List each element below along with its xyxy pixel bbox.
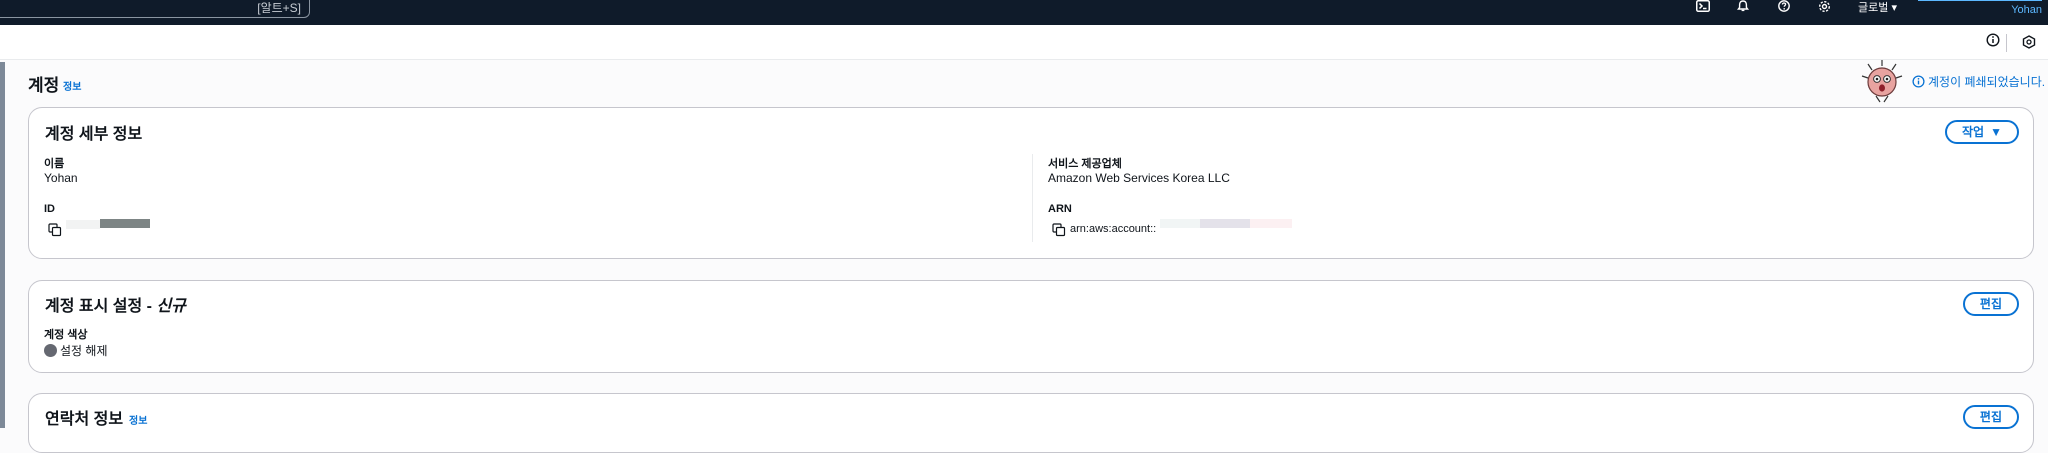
- name-value: Yohan: [44, 171, 78, 185]
- caret-down-icon: ▾: [1891, 2, 1897, 14]
- redacted-id-part: [66, 220, 100, 229]
- actions-button[interactable]: 작업 ▼: [1945, 120, 2019, 144]
- panel-title-text: 계정 표시 설정 -: [45, 298, 157, 315]
- edit-button[interactable]: 편집: [1962, 292, 2019, 316]
- account-color-value: 설정 해제: [44, 342, 108, 359]
- redacted-id: [100, 219, 150, 228]
- provider-label: 서비스 제공업체: [1048, 158, 1122, 170]
- panel-title: 계정 표시 설정 - 신규: [45, 292, 186, 316]
- copy-icon[interactable]: [48, 223, 62, 237]
- cloudshell-icon[interactable]: [1688, 0, 1718, 14]
- new-tag: 신규: [156, 298, 186, 315]
- utility-bar: [0, 25, 2048, 60]
- account-color-text: 설정 해제: [60, 344, 108, 358]
- edit-button-label: 편집: [1979, 410, 2002, 424]
- contact-info-panel: 연락처 정보 정보 편집: [28, 393, 2034, 453]
- provider-value: Amazon Web Services Korea LLC: [1048, 171, 1230, 185]
- search-shortcut-hint: [알트+S]: [257, 1, 301, 15]
- region-label: 글로벌: [1858, 2, 1889, 14]
- panel-title: 계정 세부 정보: [45, 126, 143, 143]
- copy-icon[interactable]: [1052, 223, 1066, 237]
- settings-panel-icon[interactable]: [2022, 35, 2040, 53]
- account-closed-text: 계정이 폐쇄되었습니다.: [1928, 75, 2046, 89]
- info-circle-icon: [1912, 75, 1925, 88]
- gear-icon[interactable]: [1809, 0, 1839, 14]
- top-navigation-bar: [알트+S] 글로벌 ▾ Yohan: [0, 0, 2048, 25]
- page-title-text: 계정: [28, 76, 60, 95]
- page-info-link[interactable]: 정보: [63, 78, 81, 93]
- id-label: ID: [44, 203, 55, 215]
- account-color-label: 계정 색상: [44, 329, 88, 341]
- redacted-arn-part: [1250, 219, 1292, 228]
- info-circle-icon[interactable]: [1986, 33, 2004, 51]
- utility-divider: [2006, 34, 2007, 52]
- arn-label: ARN: [1048, 203, 1072, 215]
- redacted-arn-part: [1160, 219, 1200, 228]
- mascot-illustration: [1861, 60, 1903, 103]
- caret-down-icon: ▼: [1990, 125, 2002, 139]
- actions-button-label: 작업: [1962, 125, 1985, 139]
- name-label: 이름: [44, 158, 65, 170]
- search-input[interactable]: [알트+S]: [0, 0, 310, 18]
- contact-info-link[interactable]: 정보: [129, 412, 147, 427]
- side-nav-scrollbar[interactable]: [0, 62, 5, 428]
- region-selector[interactable]: 글로벌 ▾: [1858, 0, 1897, 15]
- column-divider: [1032, 154, 1033, 242]
- color-swatch: [44, 344, 57, 357]
- edit-button[interactable]: 편집: [1962, 405, 2019, 429]
- user-menu[interactable]: Yohan: [2011, 4, 2042, 16]
- bell-icon[interactable]: [1728, 0, 1758, 14]
- display-settings-panel: 계정 표시 설정 - 신규 편집: [28, 280, 2034, 373]
- arn-value: arn:aws:account::: [1070, 223, 1157, 235]
- redacted-arn: [1200, 219, 1250, 228]
- account-details-panel: 계정 세부 정보 작업 ▼: [28, 107, 2034, 259]
- panel-title: 연락처 정보: [45, 411, 124, 428]
- user-menu-underline: [1918, 0, 2042, 1]
- account-closed-notice[interactable]: 계정이 폐쇄되었습니다.: [1912, 73, 2045, 90]
- page-title: 계정: [28, 71, 59, 96]
- edit-button-label: 편집: [1979, 297, 2002, 311]
- help-icon[interactable]: [1769, 0, 1799, 14]
